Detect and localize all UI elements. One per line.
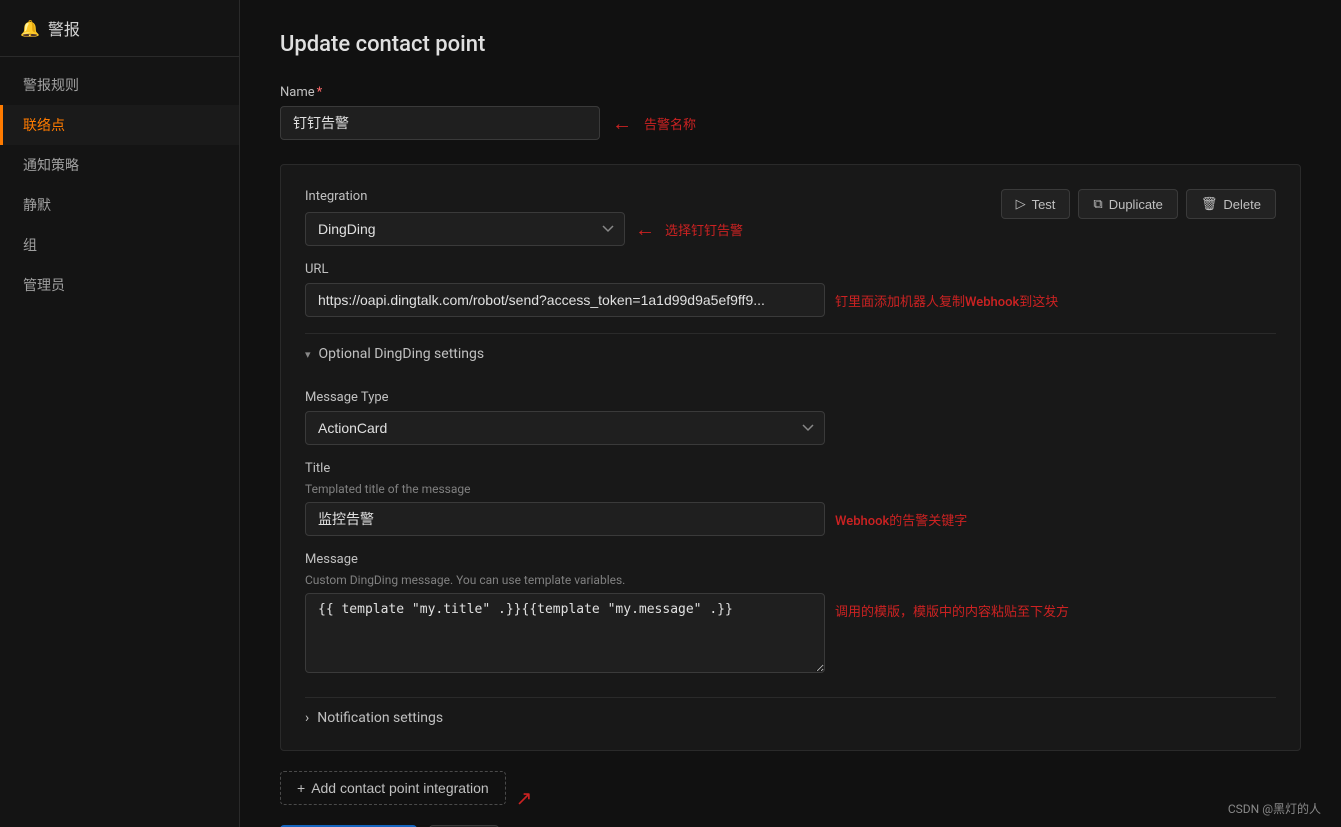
notification-settings-toggle[interactable]: › Notification settings: [305, 710, 1276, 726]
url-annotation: 钉里面添加机器人复制Webhook到这块: [835, 291, 1058, 310]
name-section: Name* ← 告警名称: [280, 85, 1301, 140]
integration-annotation: 选择钉钉告警: [665, 220, 743, 239]
test-button[interactable]: ▷ Test: [1001, 189, 1071, 219]
duplicate-icon: ⧉: [1093, 196, 1102, 212]
message-label: Message: [305, 552, 1276, 567]
sidebar-item-silence[interactable]: 静默: [0, 185, 239, 225]
title-row: Title Templated title of the message Web…: [305, 461, 1276, 536]
message-type-label: Message Type: [305, 390, 1276, 405]
message-textarea[interactable]: {{ template "my.title" .}}{{template "my…: [305, 593, 825, 673]
trash-icon: 🗑: [1201, 196, 1218, 212]
notification-settings-section: › Notification settings: [305, 697, 1276, 726]
url-section: URL 钉里面添加机器人复制Webhook到这块: [305, 262, 1276, 317]
title-annotation: Webhook的告警关键字: [835, 510, 967, 529]
add-integration-button[interactable]: + Add contact point integration: [280, 771, 506, 805]
main-content: Update contact point Name* ← 告警名称 Integr…: [240, 0, 1341, 827]
sidebar-item-contact-points[interactable]: 联络点: [0, 105, 239, 145]
title-field-label: Title: [305, 461, 1276, 476]
play-icon: ▷: [1016, 196, 1026, 212]
add-arrow: ↗: [516, 786, 533, 810]
title-input[interactable]: [305, 502, 825, 536]
sidebar-item-alert-rules[interactable]: 警报规则: [0, 65, 239, 105]
delete-button[interactable]: 🗑 Delete: [1186, 189, 1276, 219]
message-type-row: Message Type ActionCard Text Link FeedCa…: [305, 390, 1276, 445]
name-input[interactable]: [280, 106, 600, 140]
bottom-actions: + Add contact point integration ↗ Save c…: [280, 771, 1301, 827]
message-hint: Custom DingDing message. You can use tem…: [305, 573, 1276, 587]
bell-icon: 🔔: [20, 19, 40, 38]
name-annotation: 告警名称: [644, 114, 696, 133]
integration-label: Integration: [305, 189, 743, 204]
integration-actions: ▷ Test ⧉ Duplicate 🗑 Delete: [1001, 189, 1276, 219]
chevron-right-icon: ›: [305, 710, 309, 726]
integration-arrow: ←: [635, 217, 655, 242]
sidebar-nav: 警报规则 联络点 通知策略 静默 组 管理员: [0, 57, 239, 305]
integration-section: Integration DingDing Email Slack Webhook…: [280, 164, 1301, 751]
sidebar-item-admin[interactable]: 管理员: [0, 265, 239, 305]
message-row: Message Custom DingDing message. You can…: [305, 552, 1276, 673]
message-annotation: 调用的模版，模版中的内容粘贴至下发方: [835, 601, 1069, 620]
name-label: Name*: [280, 85, 1301, 100]
sidebar: 🔔 警报 警报规则 联络点 通知策略 静默 组 管理员: [0, 0, 240, 827]
optional-settings-toggle[interactable]: ▾ Optional DingDing settings: [305, 333, 1276, 374]
integration-header: Integration DingDing Email Slack Webhook…: [305, 189, 1276, 246]
sidebar-title: 警报: [48, 16, 80, 40]
optional-settings-label: Optional DingDing settings: [319, 346, 485, 362]
url-label: URL: [305, 262, 1276, 277]
optional-settings-content: Message Type ActionCard Text Link FeedCa…: [305, 374, 1276, 689]
integration-left: Integration DingDing Email Slack Webhook…: [305, 189, 743, 246]
name-arrow: ←: [612, 111, 632, 136]
chevron-down-icon: ▾: [305, 348, 311, 361]
plus-icon: +: [297, 780, 305, 796]
sidebar-item-group[interactable]: 组: [0, 225, 239, 265]
integration-select[interactable]: DingDing Email Slack Webhook: [305, 212, 625, 246]
sidebar-item-notification-policy[interactable]: 通知策略: [0, 145, 239, 185]
watermark: CSDN @黑灯的人: [1228, 800, 1321, 817]
duplicate-button[interactable]: ⧉ Duplicate: [1078, 189, 1178, 219]
url-input[interactable]: [305, 283, 825, 317]
sidebar-header: 🔔 警报: [0, 0, 239, 57]
page-title: Update contact point: [280, 32, 1301, 57]
message-type-select[interactable]: ActionCard Text Link FeedCard: [305, 411, 825, 445]
notification-settings-label: Notification settings: [317, 710, 443, 726]
title-hint: Templated title of the message: [305, 482, 1276, 496]
main-wrapper: Update contact point Name* ← 告警名称 Integr…: [240, 0, 1341, 827]
